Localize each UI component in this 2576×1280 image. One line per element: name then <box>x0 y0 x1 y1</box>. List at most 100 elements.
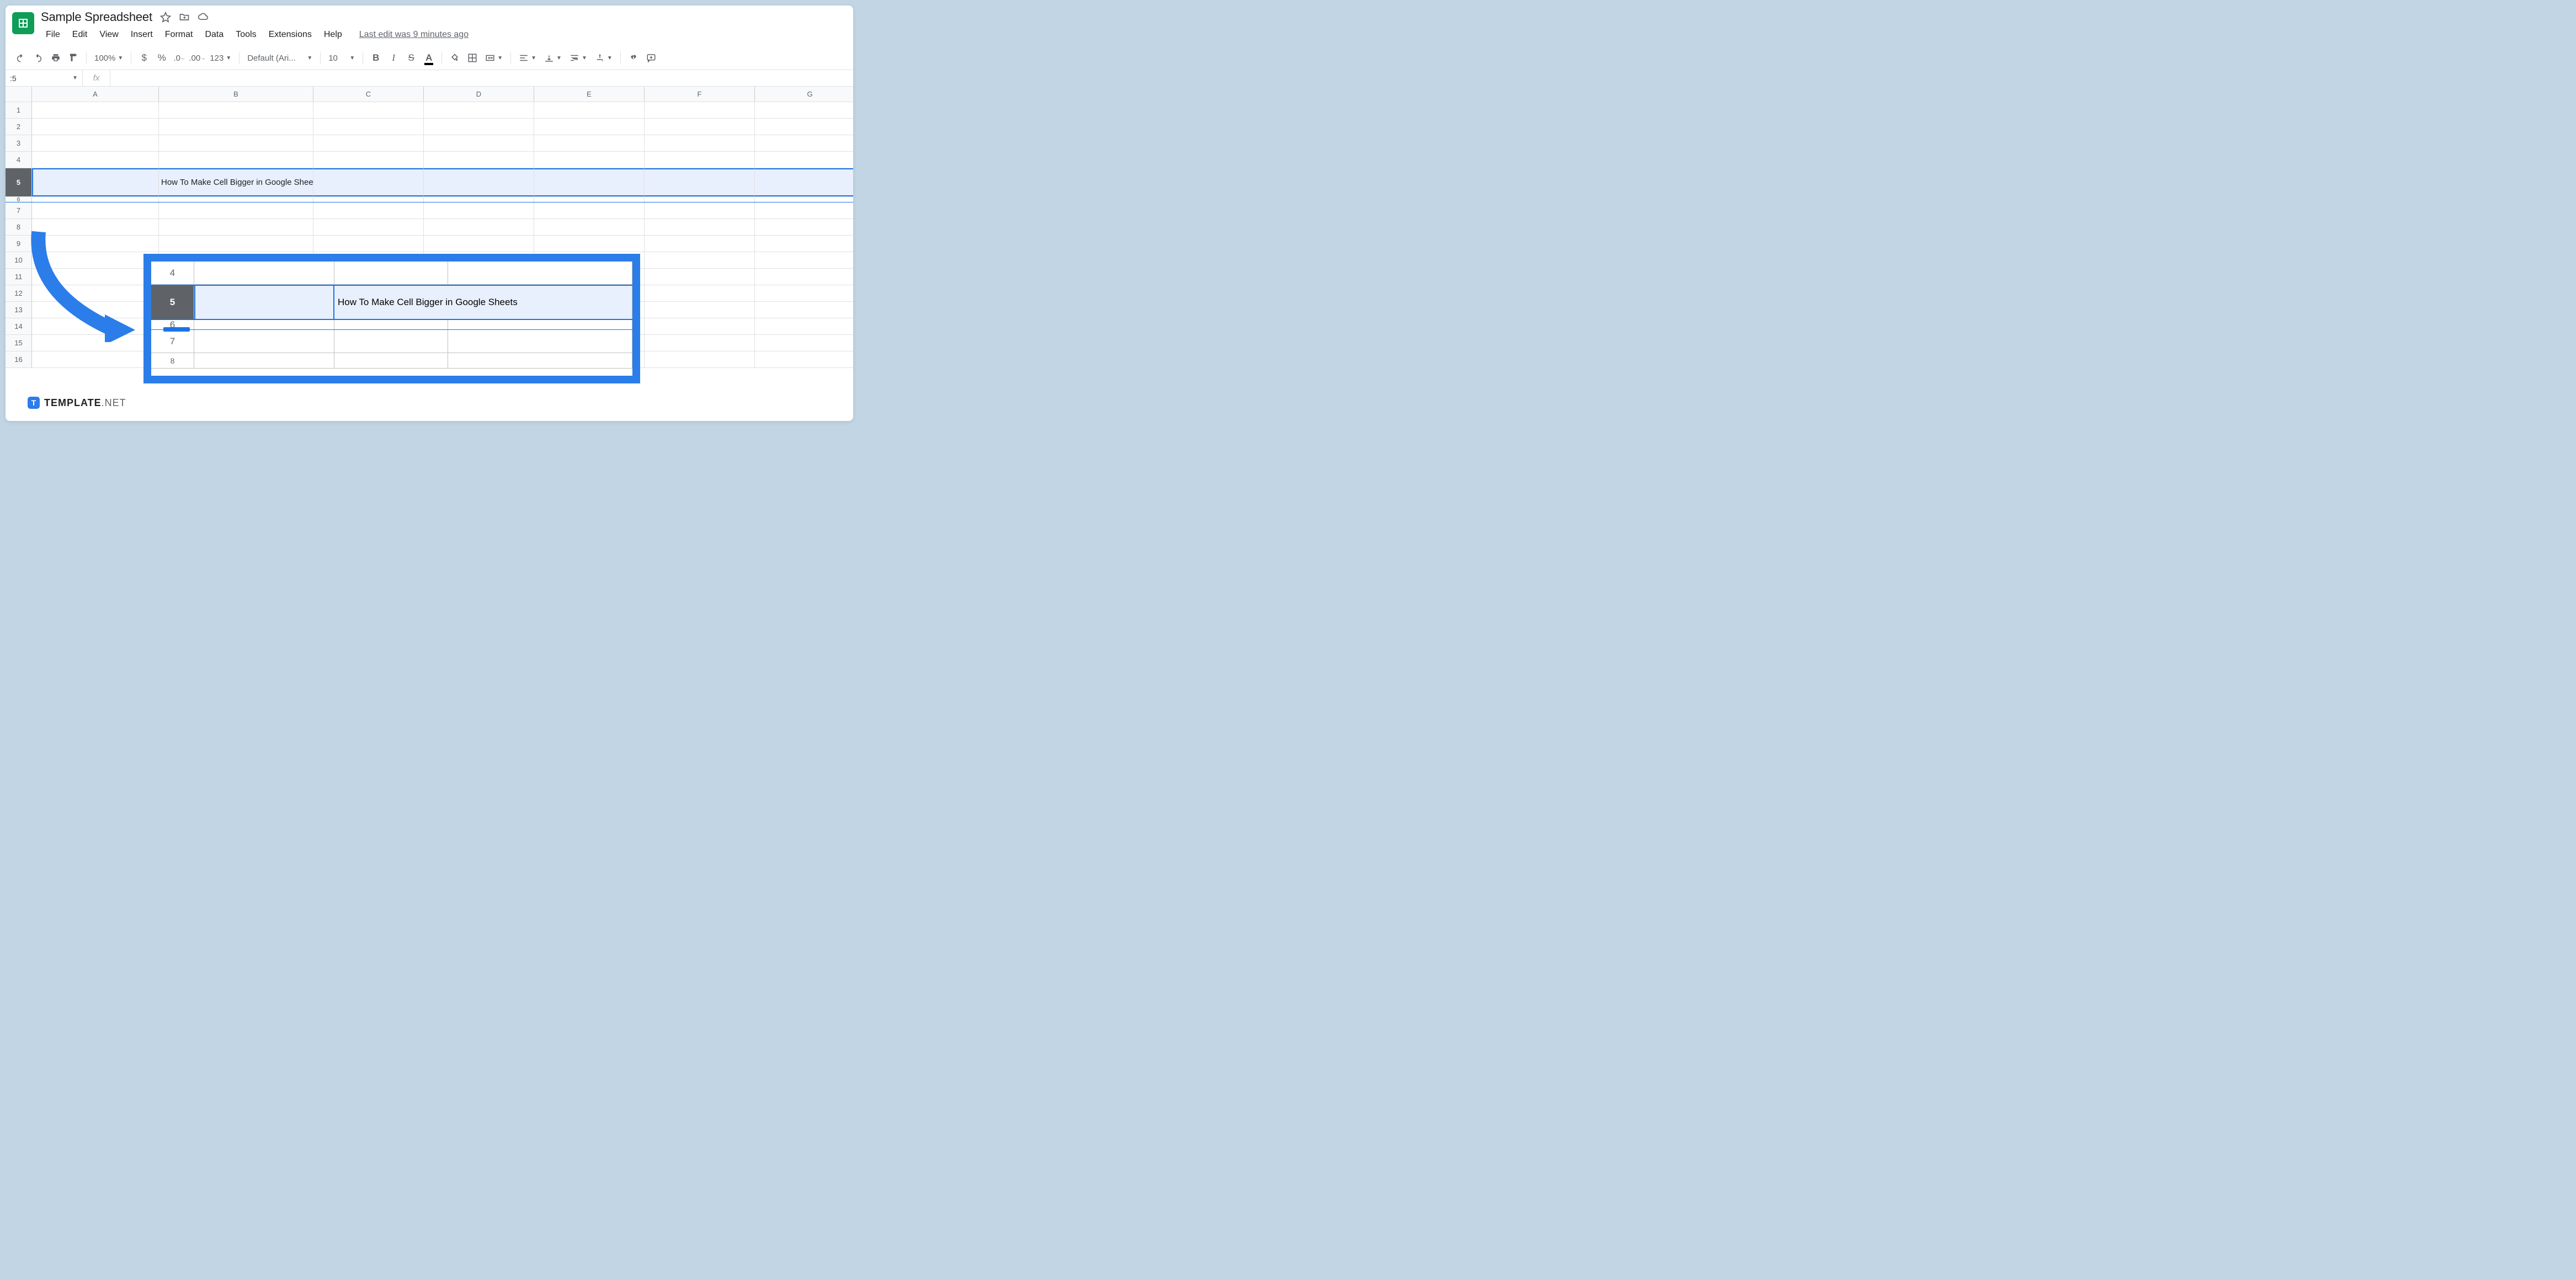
last-edit-link[interactable]: Last edit was 9 minutes ago <box>359 30 469 40</box>
row-header[interactable]: 2 <box>6 119 32 135</box>
cell[interactable] <box>755 102 853 118</box>
font-size-dropdown[interactable]: 10▼ <box>325 54 358 63</box>
zoom-dropdown[interactable]: 100%▼ <box>91 54 126 63</box>
cell[interactable] <box>645 318 755 334</box>
cell[interactable] <box>534 236 645 252</box>
cell[interactable] <box>645 202 755 218</box>
print-icon[interactable] <box>47 50 64 66</box>
currency-icon[interactable]: $ <box>136 50 152 66</box>
row-header[interactable]: 1 <box>6 102 32 118</box>
row-header[interactable]: 7 <box>6 202 32 218</box>
cell[interactable] <box>645 285 755 301</box>
row-header[interactable]: 8 <box>6 219 32 235</box>
font-dropdown[interactable]: Default (Ari...▼ <box>244 54 316 63</box>
formula-input[interactable] <box>110 70 853 86</box>
cell[interactable] <box>32 318 159 334</box>
cell[interactable] <box>159 135 313 151</box>
vertical-align-dropdown[interactable]: ▼ <box>541 53 565 63</box>
cell[interactable] <box>645 197 755 202</box>
col-header-c[interactable]: C <box>313 87 424 102</box>
insert-link-icon[interactable] <box>625 50 642 66</box>
redo-icon[interactable] <box>30 50 46 66</box>
cell[interactable] <box>32 351 159 367</box>
cell[interactable] <box>755 135 853 151</box>
cell[interactable] <box>424 236 534 252</box>
cell[interactable] <box>534 152 645 168</box>
cell[interactable] <box>313 236 424 252</box>
cell[interactable] <box>755 202 853 218</box>
cell[interactable] <box>645 269 755 285</box>
star-icon[interactable] <box>160 12 171 23</box>
cell[interactable] <box>534 102 645 118</box>
cell[interactable] <box>313 219 424 235</box>
menu-extensions[interactable]: Extensions <box>264 28 317 42</box>
cell[interactable] <box>32 202 159 218</box>
cell[interactable] <box>32 269 159 285</box>
bold-icon[interactable]: B <box>368 50 384 66</box>
cell[interactable] <box>755 302 853 318</box>
strikethrough-icon[interactable]: S <box>403 50 419 66</box>
menu-insert[interactable]: Insert <box>126 28 158 42</box>
cell[interactable] <box>32 219 159 235</box>
horizontal-align-dropdown[interactable]: ▼ <box>515 53 540 63</box>
cell[interactable] <box>424 152 534 168</box>
cell[interactable] <box>645 351 755 367</box>
col-header-a[interactable]: A <box>32 87 159 102</box>
cell[interactable] <box>645 219 755 235</box>
row-header[interactable]: 15 <box>6 335 32 351</box>
cell[interactable] <box>159 102 313 118</box>
select-all-corner[interactable] <box>6 87 32 102</box>
cell[interactable] <box>159 152 313 168</box>
col-header-d[interactable]: D <box>424 87 534 102</box>
cell[interactable] <box>645 135 755 151</box>
col-header-g[interactable]: G <box>755 87 853 102</box>
cell[interactable] <box>313 168 424 196</box>
row-header[interactable]: 5 <box>6 168 32 196</box>
cell[interactable] <box>755 152 853 168</box>
cell[interactable] <box>534 135 645 151</box>
cell[interactable] <box>159 119 313 135</box>
cell[interactable] <box>32 135 159 151</box>
cell[interactable] <box>313 202 424 218</box>
cell[interactable] <box>424 102 534 118</box>
row-header[interactable]: 13 <box>6 302 32 318</box>
cell[interactable] <box>645 302 755 318</box>
cell[interactable] <box>755 168 853 196</box>
cell[interactable] <box>755 119 853 135</box>
cell[interactable] <box>534 119 645 135</box>
cell[interactable] <box>159 236 313 252</box>
insert-comment-icon[interactable] <box>643 50 659 66</box>
cell[interactable] <box>32 152 159 168</box>
fill-color-icon[interactable] <box>446 50 463 66</box>
cell[interactable] <box>534 219 645 235</box>
cell[interactable] <box>424 219 534 235</box>
undo-icon[interactable] <box>12 50 29 66</box>
cell[interactable] <box>534 168 645 196</box>
menu-format[interactable]: Format <box>160 28 198 42</box>
menu-view[interactable]: View <box>94 28 123 42</box>
number-format-dropdown[interactable]: 123▼ <box>206 54 235 63</box>
cell[interactable] <box>32 197 159 202</box>
cell[interactable] <box>32 252 159 268</box>
menu-tools[interactable]: Tools <box>231 28 261 42</box>
sheets-logo-icon[interactable] <box>12 12 34 34</box>
cell[interactable] <box>313 197 424 202</box>
increase-decimal-icon[interactable]: .00→ <box>189 50 205 66</box>
col-header-b[interactable]: B <box>159 87 313 102</box>
cell[interactable] <box>424 119 534 135</box>
cell[interactable] <box>313 135 424 151</box>
decrease-decimal-icon[interactable]: .0← <box>171 50 188 66</box>
cell[interactable] <box>645 252 755 268</box>
cloud-status-icon[interactable] <box>198 12 209 23</box>
cell[interactable] <box>159 202 313 218</box>
cell[interactable] <box>32 102 159 118</box>
text-color-icon[interactable]: A <box>421 50 437 66</box>
merge-cells-dropdown[interactable]: ▼ <box>482 53 506 63</box>
name-box[interactable]: :5 ▼ <box>6 70 83 86</box>
cell[interactable] <box>313 152 424 168</box>
row-header[interactable]: 14 <box>6 318 32 334</box>
row-header[interactable]: 12 <box>6 285 32 301</box>
paint-format-icon[interactable] <box>65 50 82 66</box>
col-header-f[interactable]: F <box>645 87 755 102</box>
cell[interactable] <box>645 119 755 135</box>
